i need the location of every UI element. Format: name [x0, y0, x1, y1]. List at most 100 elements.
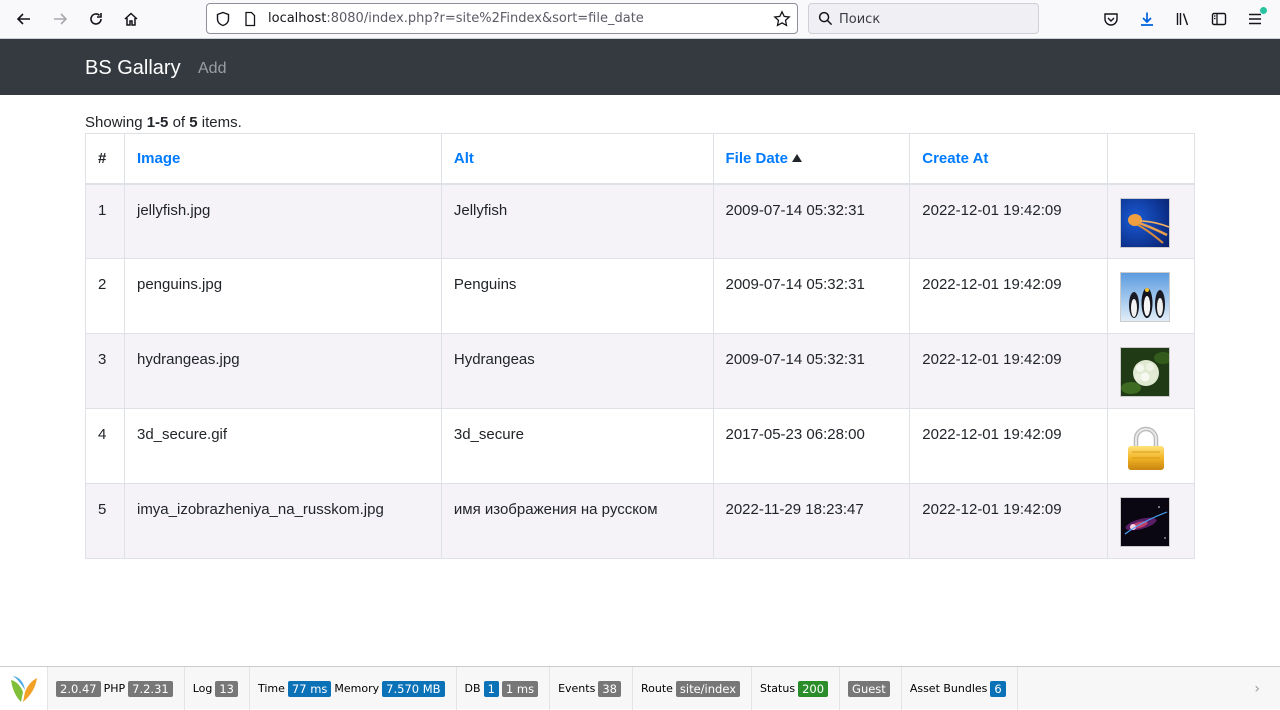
- memory-label: Memory: [334, 682, 380, 695]
- yii-logo-icon[interactable]: [0, 667, 48, 710]
- sidebar-icon[interactable]: [1206, 6, 1232, 32]
- bookmark-star-icon[interactable]: [773, 10, 791, 33]
- reload-icon[interactable]: [83, 6, 109, 32]
- debug-user-panel[interactable]: Guest: [840, 667, 902, 710]
- sort-by-create-at-link[interactable]: Create At: [922, 150, 988, 167]
- assets-label: Asset Bundles: [909, 682, 988, 695]
- forward-arrow-icon[interactable]: [47, 6, 73, 32]
- table-row: 5 imya_izobrazheniya_na_russkom.jpg имя …: [85, 483, 1195, 559]
- cell-file-date: 2009-07-14 05:32:31: [712, 183, 911, 259]
- header-num: #: [85, 133, 125, 185]
- debug-config-panel[interactable]: 2.0.47 PHP 7.2.31: [48, 667, 185, 710]
- cell-num: 3: [85, 333, 125, 409]
- home-icon[interactable]: [118, 6, 144, 32]
- cell-create-at: 2022-12-01 19:42:09: [909, 258, 1108, 334]
- brand-link[interactable]: BS Gallary: [85, 57, 181, 80]
- debug-log-panel[interactable]: Log 13: [185, 667, 250, 710]
- back-arrow-icon[interactable]: [11, 6, 37, 32]
- user-badge: Guest: [848, 680, 890, 697]
- padlock-thumbnail[interactable]: [1120, 422, 1170, 472]
- sort-by-image-link[interactable]: Image: [137, 150, 180, 167]
- header-create-at: Create At: [909, 133, 1108, 185]
- table-row: 4 3d_secure.gif 3d_secure 2017-05-23 06:…: [85, 408, 1195, 484]
- cell-create-at: 2022-12-01 19:42:09: [909, 483, 1108, 559]
- cell-create-at: 2022-12-01 19:42:09: [909, 408, 1108, 484]
- search-icon: [818, 11, 833, 31]
- cell-num: 2: [85, 258, 125, 334]
- cell-alt: имя изображения на русском: [440, 483, 714, 559]
- url-text[interactable]: localhost:8080/index.php?r=site%2Findex&…: [268, 11, 644, 26]
- cell-image: imya_izobrazheniya_na_russkom.jpg: [123, 483, 442, 559]
- yii-version-badge: 2.0.47: [56, 680, 101, 697]
- add-link[interactable]: Add: [198, 60, 226, 78]
- db-time-badge: 1 ms: [501, 680, 539, 697]
- table-header-row: # Image Alt File Date Create At: [85, 133, 1195, 185]
- time-label: Time: [258, 682, 285, 695]
- header-alt: Alt: [440, 133, 714, 185]
- php-label: PHP: [103, 682, 126, 695]
- events-label: Events: [558, 682, 596, 695]
- debug-assets-panel[interactable]: Asset Bundles 6: [902, 667, 1018, 710]
- cell-thumbnail: [1107, 183, 1195, 259]
- cell-thumbnail: [1107, 483, 1195, 559]
- app-navbar: BS Gallary Add: [0, 39, 1280, 95]
- time-badge: 77 ms: [287, 680, 332, 697]
- debug-status-panel[interactable]: Status 200: [752, 667, 841, 710]
- cell-alt: Jellyfish: [440, 183, 714, 259]
- route-label: Route: [640, 682, 673, 695]
- cell-num: 5: [85, 483, 125, 559]
- library-icon[interactable]: [1170, 6, 1196, 32]
- debug-db-panel[interactable]: DB 1 1 ms: [457, 667, 551, 710]
- cell-alt: Penguins: [440, 258, 714, 334]
- cell-num: 1: [85, 183, 125, 259]
- header-file-date: File Date: [712, 133, 911, 185]
- debug-profiling-panel[interactable]: Time 77 ms Memory 7.570 MB: [250, 667, 457, 710]
- cell-create-at: 2022-12-01 19:42:09: [909, 183, 1108, 259]
- status-label: Status: [760, 682, 796, 695]
- header-thumbnail: [1107, 133, 1195, 185]
- jellyfish-thumbnail[interactable]: [1120, 197, 1170, 248]
- cell-num: 4: [85, 408, 125, 484]
- cell-file-date: 2009-07-14 05:32:31: [712, 258, 911, 334]
- address-bar[interactable]: localhost:8080/index.php?r=site%2Findex&…: [206, 3, 798, 34]
- tracking-shield-icon[interactable]: [215, 11, 231, 32]
- downloads-icon[interactable]: [1134, 6, 1160, 32]
- log-label: Log: [192, 682, 213, 695]
- status-badge: 200: [798, 680, 829, 697]
- cell-thumbnail: [1107, 333, 1195, 409]
- table-row: 3 hydrangeas.jpg Hydrangeas 2009-07-14 0…: [85, 333, 1195, 409]
- cell-image: hydrangeas.jpg: [123, 333, 442, 409]
- events-count-badge: 38: [598, 680, 621, 697]
- gallery-table: # Image Alt File Date Create At 1 jellyf…: [85, 133, 1195, 559]
- sort-ascending-icon: [792, 153, 803, 162]
- cell-image: 3d_secure.gif: [123, 408, 442, 484]
- space-thumbnail[interactable]: [1120, 497, 1170, 547]
- sort-by-file-date-link[interactable]: File Date: [726, 150, 803, 167]
- assets-count-badge: 6: [990, 680, 1006, 697]
- debug-toolbar: 2.0.47 PHP 7.2.31 Log 13 Time 77 ms Memo…: [0, 666, 1280, 710]
- debug-route-panel[interactable]: Route site/index: [633, 667, 753, 710]
- menu-icon[interactable]: [1242, 6, 1268, 32]
- header-image: Image: [123, 133, 442, 185]
- sort-by-alt-link[interactable]: Alt: [454, 150, 474, 167]
- cell-thumbnail: [1107, 408, 1195, 484]
- browser-toolbar: localhost:8080/index.php?r=site%2Findex&…: [0, 0, 1280, 39]
- cell-alt: Hydrangeas: [440, 333, 714, 409]
- hydrangeas-thumbnail[interactable]: [1120, 347, 1170, 397]
- cell-image: jellyfish.jpg: [123, 183, 442, 259]
- db-label: DB: [464, 682, 481, 695]
- log-count-badge: 13: [215, 680, 238, 697]
- memory-badge: 7.570 MB: [382, 680, 445, 697]
- search-box[interactable]: [808, 3, 1039, 34]
- table-row: 1 jellyfish.jpg Jellyfish 2009-07-14 05:…: [85, 183, 1195, 259]
- table-row: 2 penguins.jpg Penguins 2009-07-14 05:32…: [85, 258, 1195, 334]
- route-badge: site/index: [675, 680, 741, 697]
- page-info-icon[interactable]: [242, 11, 258, 32]
- search-input[interactable]: [839, 9, 1029, 29]
- penguins-thumbnail[interactable]: [1120, 272, 1170, 322]
- collapse-toolbar-chevron-icon[interactable]: ›: [1254, 681, 1260, 697]
- cell-file-date: 2017-05-23 06:28:00: [712, 408, 911, 484]
- debug-events-panel[interactable]: Events 38: [550, 667, 633, 710]
- pocket-icon[interactable]: [1098, 6, 1124, 32]
- cell-thumbnail: [1107, 258, 1195, 334]
